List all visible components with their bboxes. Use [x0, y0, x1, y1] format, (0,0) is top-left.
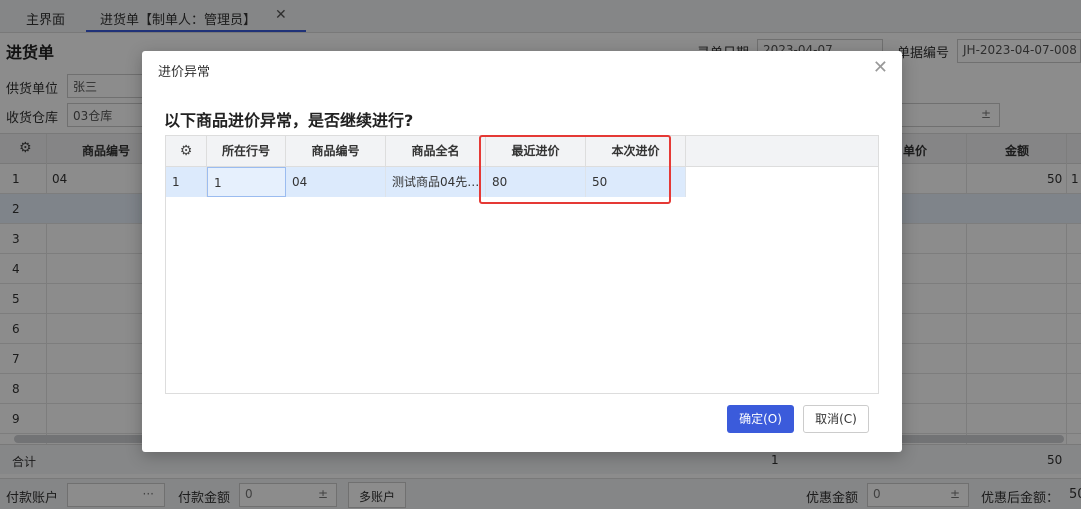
cancel-button[interactable]: 取消(C) — [803, 405, 869, 433]
price-anomaly-dialog: 进价异常 ✕ 以下商品进价异常，是否继续进行? ⚙ 所在行号 商品编号 商品全名… — [142, 51, 902, 452]
ok-button[interactable]: 确定(O) — [727, 405, 794, 433]
gear-icon[interactable]: ⚙ — [166, 136, 207, 167]
red-highlight-box — [479, 135, 671, 204]
col-row-no: 所在行号 — [207, 136, 286, 167]
dialog-heading: 以下商品进价异常，是否继续进行? — [164, 111, 414, 130]
dialog-title: 进价异常 — [158, 65, 211, 80]
col-name: 商品全名 — [386, 136, 486, 167]
close-icon[interactable]: ✕ — [873, 57, 888, 78]
col-code: 商品编号 — [286, 136, 386, 167]
